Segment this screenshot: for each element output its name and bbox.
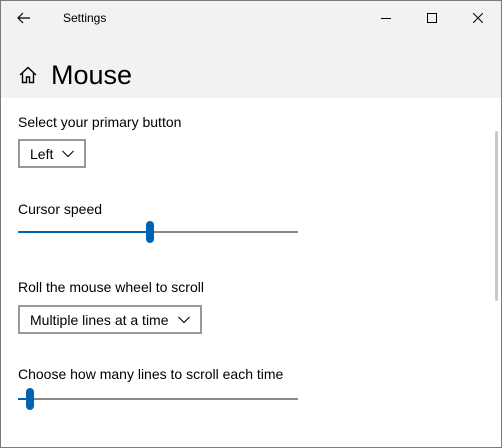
chevron-down-icon bbox=[177, 316, 190, 323]
cursor-speed-label: Cursor speed bbox=[18, 201, 103, 217]
close-button[interactable] bbox=[455, 1, 501, 35]
title-bar[interactable]: Settings bbox=[1, 1, 501, 35]
primary-button-value: Left bbox=[30, 145, 54, 162]
window-title: Settings bbox=[63, 11, 107, 25]
close-icon bbox=[473, 13, 483, 23]
scroll-mode-value: Multiple lines at a time bbox=[30, 311, 169, 328]
chevron-down-icon bbox=[62, 150, 75, 157]
primary-button-label: Select your primary button bbox=[18, 114, 182, 130]
page-header: Mouse bbox=[17, 57, 132, 93]
page-title: Mouse bbox=[51, 60, 133, 90]
slider-thumb[interactable] bbox=[26, 388, 34, 410]
settings-window: Settings Mouse Select your primary butto… bbox=[0, 0, 502, 448]
scroll-lines-slider[interactable] bbox=[18, 387, 298, 411]
settings-content: Select your primary button Left Cursor s… bbox=[1, 98, 501, 447]
slider-track bbox=[18, 398, 298, 400]
maximize-button[interactable] bbox=[409, 1, 455, 35]
slider-fill bbox=[18, 231, 150, 233]
minimize-button[interactable] bbox=[363, 1, 409, 35]
scroll-mode-label: Roll the mouse wheel to scroll bbox=[18, 279, 204, 295]
cursor-speed-slider[interactable] bbox=[18, 220, 298, 244]
maximize-icon bbox=[427, 13, 437, 23]
primary-button-dropdown[interactable]: Left bbox=[18, 139, 87, 168]
home-button[interactable] bbox=[17, 64, 39, 86]
slider-thumb[interactable] bbox=[146, 221, 154, 243]
title-header-area: Settings Mouse bbox=[1, 1, 501, 98]
back-button[interactable] bbox=[7, 2, 41, 34]
minimize-icon bbox=[381, 18, 391, 19]
scroll-mode-dropdown[interactable]: Multiple lines at a time bbox=[18, 305, 202, 334]
vertical-scrollbar[interactable] bbox=[495, 131, 498, 301]
back-arrow-icon bbox=[17, 12, 30, 24]
home-icon bbox=[19, 66, 37, 84]
scroll-lines-label: Choose how many lines to scroll each tim… bbox=[18, 366, 284, 382]
